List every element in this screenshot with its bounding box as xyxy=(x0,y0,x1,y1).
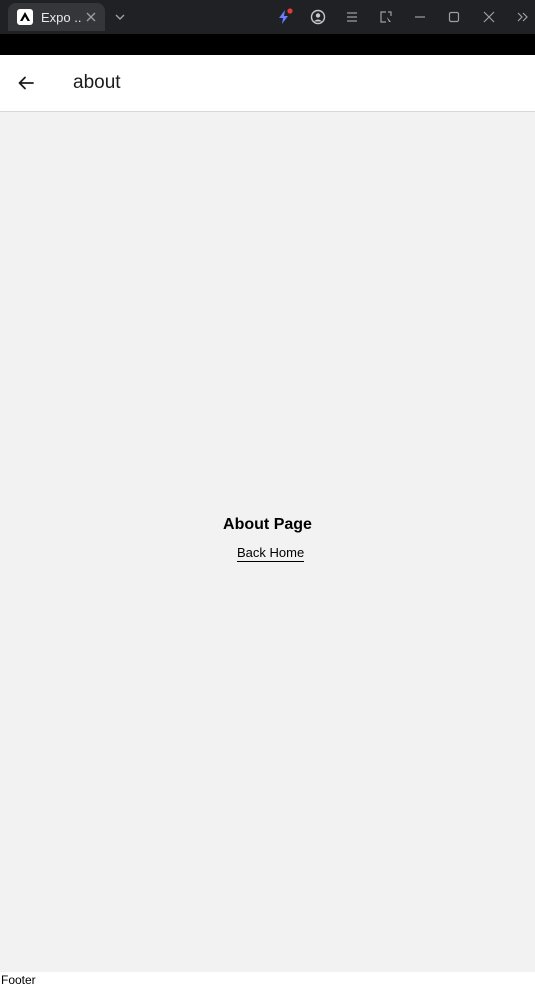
account-circle-icon[interactable] xyxy=(308,7,328,27)
browser-tab[interactable]: Expo ... xyxy=(8,3,105,31)
footer-text: Footer xyxy=(1,973,36,987)
minimize-icon[interactable] xyxy=(410,7,430,27)
arrow-left-icon xyxy=(18,76,34,90)
page-title: About Page xyxy=(223,516,312,533)
close-icon[interactable] xyxy=(479,7,499,27)
maximize-icon[interactable] xyxy=(444,7,464,27)
header-title: about xyxy=(73,72,121,93)
double-chevron-right-icon[interactable] xyxy=(513,7,533,27)
tab-title: Expo ... xyxy=(41,9,81,25)
chevron-down-icon[interactable] xyxy=(110,7,130,27)
browser-titlebar: Expo ... xyxy=(0,0,535,34)
app-header: about xyxy=(0,55,535,112)
expo-logo-icon xyxy=(17,9,33,25)
status-bar xyxy=(0,34,535,55)
select-area-icon[interactable] xyxy=(376,7,396,27)
close-icon[interactable] xyxy=(85,11,97,23)
lightning-icon[interactable] xyxy=(274,7,294,27)
footer: Footer xyxy=(0,972,535,989)
menu-icon[interactable] xyxy=(342,7,362,27)
back-button[interactable] xyxy=(12,69,40,97)
back-home-link[interactable]: Back Home xyxy=(237,545,305,562)
main-content: About Page Back Home xyxy=(0,112,535,972)
